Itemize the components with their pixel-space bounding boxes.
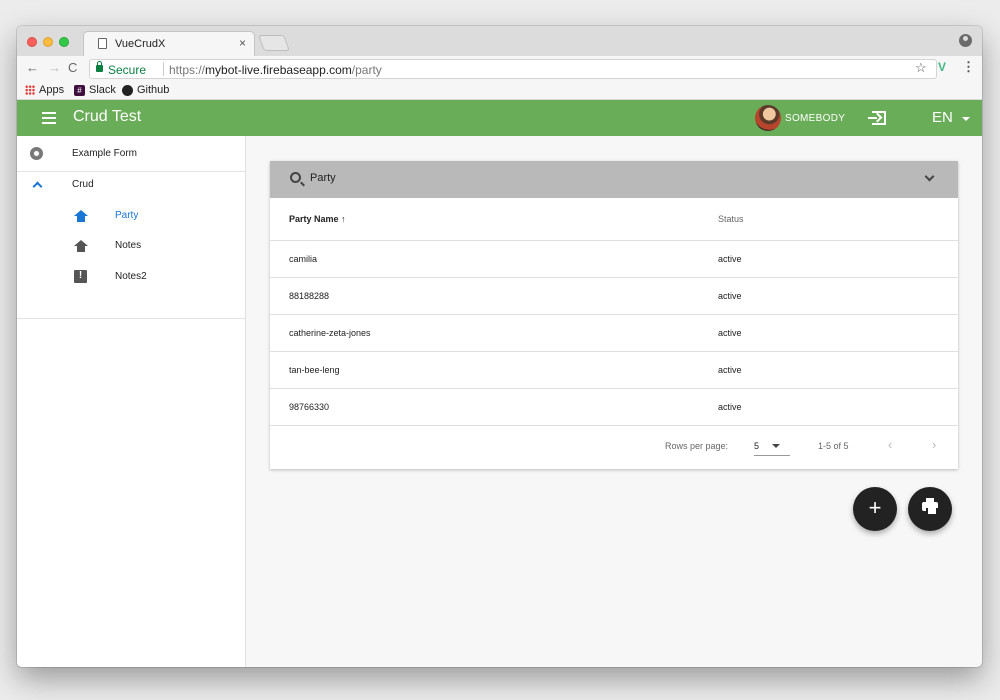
- print-button[interactable]: [908, 487, 952, 531]
- rows-per-page-label: Rows per page:: [665, 441, 729, 451]
- profile-icon[interactable]: [959, 34, 972, 47]
- table-row[interactable]: camilia active: [270, 241, 958, 278]
- secure-label: Secure: [108, 63, 147, 77]
- sidebar-group-crud[interactable]: Crud: [17, 170, 246, 200]
- forward-icon[interactable]: →: [48, 60, 61, 76]
- github-icon: [122, 84, 133, 96]
- tab-strip: VueCrudX ×: [17, 26, 982, 56]
- table-row[interactable]: catherine-zeta-jones active: [270, 315, 958, 352]
- gear-icon: [30, 147, 43, 160]
- cell-party-name: catherine-zeta-jones: [289, 328, 371, 338]
- cell-status: active: [718, 402, 742, 412]
- url-text: https://mybot-live.firebaseapp.com/party: [169, 63, 382, 77]
- maximize-window-button[interactable]: [59, 37, 69, 47]
- table-header: Party Name ↑ Status: [270, 198, 958, 241]
- sidebar-item-notes2[interactable]: ! Notes2: [17, 262, 246, 292]
- rows-per-page-value: 5: [754, 441, 760, 451]
- apps-icon: [25, 85, 35, 95]
- chevron-up-icon: [32, 181, 43, 192]
- browser-window: VueCrudX × ← → C Secure https://mybot-li…: [17, 26, 982, 667]
- table-footer: Rows per page: 5 1-5 of 5 ‹ ›: [270, 426, 958, 469]
- chevron-down-icon[interactable]: [962, 117, 970, 121]
- home-icon: [74, 210, 88, 222]
- cell-status: active: [718, 254, 742, 264]
- add-button[interactable]: +: [853, 487, 897, 531]
- cell-party-name: tan-bee-leng: [289, 365, 340, 375]
- tab-title: VueCrudX: [115, 38, 166, 50]
- filter-title: Party: [310, 172, 336, 184]
- bookmark-slack[interactable]: # Slack: [74, 84, 116, 96]
- dropdown-arrow-icon: [772, 444, 780, 448]
- address-bar[interactable]: Secure https://mybot-live.firebaseapp.co…: [89, 59, 937, 79]
- cell-party-name: 88188288: [289, 291, 330, 301]
- vue-devtools-icon[interactable]: V: [938, 60, 946, 74]
- home-icon: [74, 240, 88, 252]
- sort-arrow-icon: ↑: [341, 214, 346, 224]
- column-header-status[interactable]: Status: [718, 214, 744, 224]
- sidebar-item-label: Example Form: [72, 148, 138, 159]
- column-header-party-name[interactable]: Party Name ↑: [289, 214, 346, 224]
- sidebar-item-label: Notes2: [115, 271, 147, 282]
- page-icon: [98, 38, 107, 49]
- pagination-range: 1-5 of 5: [818, 441, 849, 451]
- app-toolbar: Crud Test SOMEBODY EN: [17, 100, 982, 136]
- cell-status: active: [718, 365, 742, 375]
- browser-toolbar: ← → C Secure https://mybot-live.firebase…: [17, 56, 982, 81]
- browser-tab[interactable]: VueCrudX ×: [83, 31, 255, 56]
- menu-icon[interactable]: [42, 112, 56, 124]
- tab-close-icon[interactable]: ×: [239, 36, 246, 50]
- filter-panel-header[interactable]: Party: [270, 161, 958, 198]
- data-table-card: Party Party Name ↑ Status camilia active…: [270, 161, 958, 469]
- language-selector[interactable]: EN: [932, 109, 953, 126]
- search-icon: [290, 172, 301, 183]
- bookmark-label: Github: [137, 84, 170, 96]
- url-divider: [163, 62, 164, 76]
- slack-icon: #: [74, 84, 85, 96]
- logout-icon[interactable]: [868, 111, 886, 125]
- next-page-button[interactable]: ›: [932, 437, 936, 452]
- app-title: Crud Test: [73, 108, 142, 125]
- reload-icon[interactable]: C: [68, 60, 77, 76]
- table-row[interactable]: 98766330 active: [270, 389, 958, 426]
- printer-icon: [922, 498, 938, 516]
- feedback-icon: !: [74, 270, 87, 283]
- cell-party-name: camilia: [289, 254, 318, 264]
- cell-status: active: [718, 291, 742, 301]
- sidebar-item-label: Notes: [115, 240, 142, 251]
- previous-page-button[interactable]: ‹: [888, 437, 892, 452]
- table-row[interactable]: tan-bee-leng active: [270, 352, 958, 389]
- avatar[interactable]: [755, 105, 781, 131]
- table-row[interactable]: 88188288 active: [270, 278, 958, 315]
- rows-per-page-select[interactable]: 5: [754, 436, 790, 456]
- back-icon[interactable]: ←: [26, 60, 39, 76]
- more-menu-icon[interactable]: ⋮: [962, 59, 975, 75]
- bookmark-github[interactable]: Github: [122, 84, 169, 96]
- sidebar-item-example-form[interactable]: Example Form: [17, 139, 246, 169]
- bookmarks-bar: Apps # Slack Github: [17, 81, 982, 100]
- new-tab-button[interactable]: [258, 35, 290, 51]
- chevron-down-icon[interactable]: [924, 171, 935, 182]
- sidebar-item-notes[interactable]: Notes: [17, 231, 246, 261]
- lock-icon: [96, 61, 103, 72]
- bookmark-apps[interactable]: Apps: [25, 84, 64, 96]
- sidebar-item-label: Crud: [72, 179, 94, 190]
- minimize-window-button[interactable]: [43, 37, 53, 47]
- close-window-button[interactable]: [27, 37, 37, 47]
- sidebar-item-label: Party: [115, 210, 139, 221]
- cell-status: active: [718, 328, 742, 338]
- sidebar-item-party[interactable]: Party: [17, 201, 246, 231]
- divider: [17, 318, 246, 319]
- bookmark-star-icon[interactable]: ☆: [915, 60, 927, 76]
- user-name[interactable]: SOMEBODY: [785, 113, 845, 124]
- cell-party-name: 98766330: [289, 402, 330, 412]
- bookmark-label: Apps: [39, 84, 65, 96]
- sidebar: Example Form Crud Party Notes ! Notes2: [17, 136, 246, 667]
- bookmark-label: Slack: [89, 84, 116, 96]
